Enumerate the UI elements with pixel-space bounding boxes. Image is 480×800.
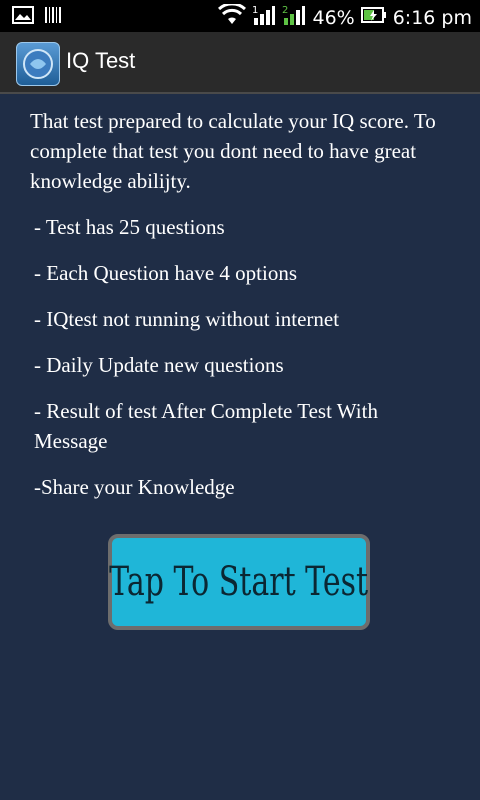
intro-text: That test prepared to calculate your IQ … (30, 109, 436, 193)
description: That test prepared to calculate your IQ … (30, 106, 450, 518)
status-time: 6:16 pm (392, 6, 472, 29)
feature-item: -Share your Knowledge (34, 475, 235, 499)
battery-percent: 46% (312, 6, 355, 29)
app-title: IQ Test (66, 48, 136, 73)
start-test-label: Tap To Start Test (109, 559, 369, 605)
action-bar: IQ Test (0, 32, 480, 94)
feature-item: - Test has 25 questions (34, 215, 225, 239)
feature-item: - Result of test After Complete Test Wit… (34, 399, 378, 453)
status-left-icons (12, 6, 62, 28)
gallery-icon (12, 6, 34, 28)
app-logo-icon[interactable] (16, 42, 60, 86)
start-test-button[interactable]: Tap To Start Test (108, 534, 370, 630)
feature-item: - Each Question have 4 options (34, 261, 298, 285)
battery-icon (360, 6, 387, 29)
svg-text:1: 1 (252, 5, 258, 16)
feature-item: - IQtest not running without internet (34, 307, 340, 331)
signal-1-icon: 1 (252, 4, 276, 31)
wifi-icon (218, 2, 247, 31)
feature-item: - Daily Update new questions (34, 353, 284, 377)
barcode-icon (44, 6, 62, 28)
svg-text:2: 2 (282, 5, 288, 16)
status-bar: 1 2 46% 6:16 pm (0, 0, 480, 32)
signal-2-icon: 2 (282, 4, 306, 31)
status-right: 1 2 46% 6:16 pm (218, 2, 472, 31)
